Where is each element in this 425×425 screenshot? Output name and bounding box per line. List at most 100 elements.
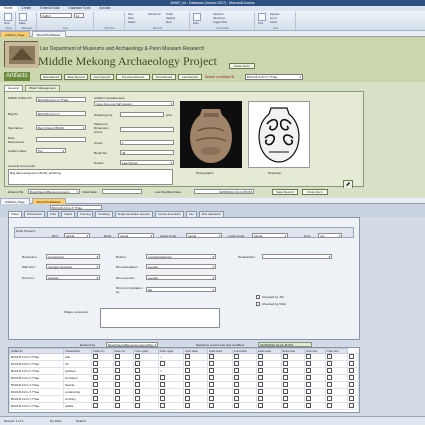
- location-checkbox-cell[interactable]: [91, 374, 114, 382]
- table-row[interactable]: BC03-B-X-Fin-T-7Ttaa rim: [9, 360, 359, 368]
- site-name-select[interactable]: Ban Chiang (BC03): [36, 125, 86, 130]
- location-checkbox-cell[interactable]: [133, 395, 159, 403]
- table-row[interactable]: BC03-B-X-Fin-T-7Ttaa Neutral: [9, 381, 359, 389]
- entered-by-select[interactable]: Boschhaurig/Bousenmgusero: [28, 189, 80, 194]
- location-checkbox-cell[interactable]: [207, 402, 233, 410]
- selection-button[interactable]: Selection: [213, 13, 224, 16]
- location-checkbox-cell[interactable]: [91, 381, 114, 389]
- location-checkbox-cell[interactable]: [157, 353, 185, 361]
- previous-record-button[interactable]: Previous Record: [116, 74, 150, 80]
- characteristic-cell[interactable]: constructing: [63, 388, 92, 396]
- delete-ribbon-button[interactable]: Delete: [128, 21, 136, 24]
- location-checkbox-cell[interactable]: [231, 402, 258, 410]
- location-checkbox-cell[interactable]: [133, 353, 159, 361]
- neck-select[interactable]: partial: [118, 233, 154, 238]
- location-checkbox-cell[interactable]: [183, 353, 209, 361]
- location-checkbox-cell[interactable]: [183, 381, 209, 389]
- location-checkbox-cell[interactable]: [256, 367, 282, 375]
- location-checkbox-cell[interactable]: [157, 381, 185, 389]
- location-checkbox-cell[interactable]: [346, 374, 359, 382]
- location-checkbox-cell[interactable]: [91, 388, 114, 396]
- rim-select[interactable]: partial: [64, 233, 90, 238]
- location-checkbox-cell[interactable]: [231, 381, 258, 389]
- location-checkbox-cell[interactable]: [346, 395, 359, 403]
- location-checkbox-cell[interactable]: [231, 395, 258, 403]
- location-checkbox-cell[interactable]: [183, 367, 209, 375]
- characteristic-cell[interactable]: burnished: [63, 374, 92, 382]
- location-checkbox-cell[interactable]: [324, 374, 348, 382]
- view-button[interactable]: [4, 13, 12, 21]
- close-form-button-top[interactable]: Close Form: [229, 63, 255, 69]
- location-checkbox-cell[interactable]: [207, 388, 233, 396]
- rim-articulation-select[interactable]: everted: [146, 264, 216, 269]
- characteristic-cell[interactable]: rim: [63, 360, 92, 368]
- location-checkbox-cell[interactable]: [133, 360, 159, 368]
- location-checkbox-cell[interactable]: [157, 374, 185, 382]
- burial-no-field[interactable]: 46: [120, 150, 174, 155]
- location-checkbox-cell[interactable]: [346, 388, 359, 396]
- save-record-button[interactable]: Save Record: [64, 74, 88, 80]
- artifact-class-select[interactable]: Pot: [36, 148, 66, 153]
- location-checkbox-cell[interactable]: [112, 360, 135, 368]
- location-checkbox-cell[interactable]: [133, 374, 159, 382]
- location-checkbox-cell[interactable]: [280, 388, 306, 396]
- location-checkbox-cell[interactable]: [207, 381, 233, 389]
- checked-by-nce-checkbox[interactable]: [256, 302, 260, 306]
- save-record-button-bottom[interactable]: Save Record: [272, 189, 298, 195]
- location-checkbox-cell[interactable]: [157, 388, 185, 396]
- period-select[interactable]: Late Period: [120, 160, 174, 165]
- location-checkbox-cell[interactable]: [346, 353, 359, 361]
- mmap-id-field[interactable]: BC03-B-X-Fin-T-7Ttaa: [36, 97, 86, 102]
- count-field[interactable]: 1: [120, 140, 174, 145]
- paste-button[interactable]: [19, 13, 27, 21]
- location-checkbox-cell[interactable]: [133, 402, 159, 410]
- location-checkbox-cell[interactable]: [207, 367, 233, 375]
- location-checkbox-cell[interactable]: [183, 360, 209, 368]
- location-checkbox-cell[interactable]: [280, 353, 306, 361]
- location-checkbox-cell[interactable]: [157, 367, 185, 375]
- bottom-select[interactable]: rounded/unknown: [146, 254, 216, 259]
- artifact-id-cell[interactable]: BC03-B-X-Fin-T-7Ttaa: [9, 367, 64, 375]
- table-row[interactable]: BC03-B-X-Fin-T-7Ttaa burnished: [9, 374, 359, 382]
- location-checkbox-cell[interactable]: [256, 374, 282, 382]
- location-checkbox-cell[interactable]: [256, 353, 282, 361]
- location-checkbox-cell[interactable]: [112, 381, 135, 389]
- table-row[interactable]: BC03-B-X-Fin-T-7Ttaa wall: [9, 353, 359, 361]
- location-checkbox-cell[interactable]: [112, 367, 135, 375]
- weight-field[interactable]: [120, 112, 164, 117]
- location-checkbox-cell[interactable]: [91, 353, 114, 361]
- location-checkbox-cell[interactable]: [304, 381, 326, 389]
- location-checkbox-cell[interactable]: [280, 374, 306, 382]
- font-size-select[interactable]: 11: [74, 13, 84, 18]
- bag-id-field[interactable]: BC03-B-X-Fin-T: [36, 111, 86, 116]
- wall-form-select[interactable]: rounded (everted): [46, 264, 100, 269]
- location-checkbox-cell[interactable]: [207, 395, 233, 403]
- completeness-select[interactable]: more than one half present: [94, 101, 174, 106]
- location-checkbox-cell[interactable]: [112, 353, 135, 361]
- location-checkbox-cell[interactable]: [324, 402, 348, 410]
- location-checkbox-cell[interactable]: [91, 402, 114, 410]
- replace-button[interactable]: Replace: [270, 13, 280, 16]
- pot-form-select[interactable]: globular: [46, 275, 100, 280]
- max-dimension-field[interactable]: [120, 127, 174, 132]
- select-button[interactable]: Select: [270, 21, 277, 24]
- artifact-photograph[interactable]: [180, 101, 242, 168]
- location-checkbox-cell[interactable]: [304, 374, 326, 382]
- upper-body-select[interactable]: partial: [186, 233, 222, 238]
- location-checkbox-cell[interactable]: [112, 402, 135, 410]
- location-checkbox-cell[interactable]: [256, 360, 282, 368]
- location-checkbox-cell[interactable]: [324, 353, 348, 361]
- binoculars-icon[interactable]: [258, 13, 266, 21]
- location-checkbox-cell[interactable]: [112, 374, 135, 382]
- characteristic-cell[interactable]: wall: [63, 353, 92, 361]
- artifact-id-cell[interactable]: BC03-B-X-Fin-T-7Ttaa: [9, 374, 64, 382]
- location-checkbox-cell[interactable]: [324, 381, 348, 389]
- initial-date-field[interactable]: [102, 189, 142, 194]
- location-checkbox-cell[interactable]: [304, 367, 326, 375]
- artifact-id-cell[interactable]: BC03-B-X-Fin-T-7Ttaa: [9, 360, 64, 368]
- location-checkbox-cell[interactable]: [183, 374, 209, 382]
- status-search-box[interactable]: Search: [76, 419, 86, 423]
- rim-form-select[interactable]: flat: [146, 287, 216, 292]
- artifact-drawing[interactable]: [248, 101, 310, 168]
- location-checkbox-cell[interactable]: [280, 402, 306, 410]
